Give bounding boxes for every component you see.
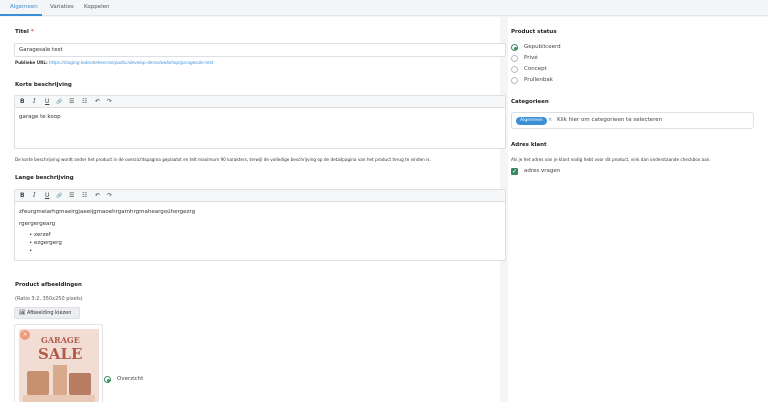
status-option-prive: Privé	[524, 55, 538, 61]
korte-beschrijving-editor[interactable]: B I U 🔗 ☰ ☷ ↶ ↷ garage te koop	[14, 95, 506, 149]
active-tab-indicator	[0, 14, 42, 16]
adres-vragen-label: adres vragen	[524, 168, 561, 174]
poster-floor	[23, 395, 95, 402]
poster-lamp	[53, 365, 67, 395]
product-afbeeldingen-label: Product afbeeldingen	[15, 282, 82, 288]
poster-title-line2: SALE	[38, 345, 83, 363]
italic-icon[interactable]: I	[33, 98, 35, 106]
overzicht-radio[interactable]	[104, 376, 111, 383]
main-panel: Titel * Garagesale test Publieke URL: ht…	[0, 17, 506, 402]
bullet-item: • zerzef	[29, 232, 51, 238]
overzicht-label: Overzicht	[117, 376, 144, 382]
image-icon: 🖼	[19, 310, 26, 316]
korte-beschrijving-help: De korte beschrijving wordt onder het pr…	[15, 157, 431, 162]
titel-label: Titel *	[15, 29, 34, 35]
korte-beschrijving-text: garage te koop	[19, 114, 61, 120]
tab-koppelen[interactable]: Koppelen	[84, 4, 109, 10]
titel-label-text: Titel	[15, 29, 29, 35]
tab-variaties[interactable]: Variaties	[50, 4, 74, 10]
status-radio-prullenbak[interactable]	[511, 77, 518, 84]
lange-beschrijving-line1: zfeurgmeiarhgmaeirgjaeeijgmaoehrgamhrgma…	[19, 209, 196, 215]
poster-box	[27, 371, 49, 395]
link-icon[interactable]: 🔗	[56, 192, 62, 200]
editor-toolbar: B I U 🔗 ☰ ☷ ↶ ↷	[15, 96, 505, 108]
titel-input[interactable]: Garagesale test	[14, 43, 506, 57]
remove-tag-icon[interactable]: ×	[548, 117, 552, 123]
afbeelding-kiezen-button[interactable]: 🖼 Afbeelding kiezen	[14, 307, 80, 319]
required-mark: *	[30, 29, 34, 35]
numbered-list-icon[interactable]: ☷	[82, 98, 87, 106]
categorieen-placeholder: Klik hier om categorieen te selecteren	[557, 117, 663, 123]
tab-algemeen[interactable]: Algemeen	[10, 4, 38, 10]
poster-title-line1: GARAGE	[41, 335, 80, 345]
categorieen-select[interactable]: Algemeen × Klik hier om categorieen te s…	[511, 112, 754, 129]
remove-image-icon[interactable]: ×	[20, 330, 30, 340]
bullet-item-text: ezgergerg	[34, 240, 62, 246]
afbeelding-kiezen-label: Afbeelding kiezen	[26, 310, 72, 316]
bullet-item: •	[29, 248, 33, 254]
lange-beschrijving-label: Lange beschrijving	[15, 175, 74, 181]
adres-vragen-checkbox[interactable]: ✓	[511, 168, 518, 175]
adres-klant-help: Als je het adres van je klant nodig hebt…	[511, 157, 711, 162]
public-url: Publieke URL: https://staging.ledenbehee…	[15, 60, 213, 65]
categorieen-label: Categorieen	[511, 99, 549, 105]
redo-icon[interactable]: ↷	[107, 98, 112, 106]
italic-icon[interactable]: I	[33, 192, 35, 200]
bullet-list-icon[interactable]: ☰	[69, 192, 74, 200]
public-url-prefix: Publieke URL:	[15, 60, 48, 65]
undo-icon[interactable]: ↶	[95, 192, 100, 200]
underline-icon[interactable]: U	[45, 98, 49, 106]
status-option-concept: Concept	[524, 66, 547, 72]
status-option-gepubliceerd: Gepubliceerd	[524, 44, 561, 50]
status-radio-prive[interactable]	[511, 55, 518, 62]
bullet-item: • ezgergerg	[29, 240, 62, 246]
status-radio-concept[interactable]	[511, 66, 518, 73]
product-status-label: Product status	[511, 29, 557, 35]
tab-bar: Algemeen Variaties Koppelen	[0, 0, 768, 16]
numbered-list-icon[interactable]: ☷	[82, 192, 87, 200]
bold-icon[interactable]: B	[20, 98, 25, 106]
product-image-card[interactable]: GARAGE SALE ×	[14, 324, 103, 402]
lange-beschrijving-line2: rgergergearg	[19, 221, 56, 227]
poster-chair	[69, 373, 91, 395]
product-image: GARAGE SALE	[19, 329, 99, 402]
korte-beschrijving-label: Korte beschrijving	[15, 82, 72, 88]
redo-icon[interactable]: ↷	[107, 192, 112, 200]
status-option-prullenbak: Prullenbak	[524, 77, 553, 83]
status-radio-gepubliceerd[interactable]	[511, 44, 518, 51]
underline-icon[interactable]: U	[45, 192, 49, 200]
public-url-link[interactable]: https://staging.ledenbeheer.be/public/de…	[49, 60, 213, 65]
category-tag: Algemeen	[516, 117, 547, 125]
undo-icon[interactable]: ↶	[95, 98, 100, 106]
sidebar-panel: Product status Gepubliceerd Privé Concep…	[508, 17, 768, 402]
bullet-item-text: zerzef	[34, 232, 51, 238]
adres-klant-label: Adres klant	[511, 142, 547, 148]
lange-beschrijving-editor[interactable]: B I U 🔗 ☰ ☷ ↶ ↷ zfeurgmeiarhgmaeirgjaeei…	[14, 189, 506, 261]
image-ratio-hint: (Ratio 3:2, 350x250 pixels)	[15, 296, 83, 302]
editor-toolbar: B I U 🔗 ☰ ☷ ↶ ↷	[15, 190, 505, 202]
link-icon[interactable]: 🔗	[56, 98, 62, 106]
bold-icon[interactable]: B	[20, 192, 25, 200]
bullet-list-icon[interactable]: ☰	[69, 98, 74, 106]
